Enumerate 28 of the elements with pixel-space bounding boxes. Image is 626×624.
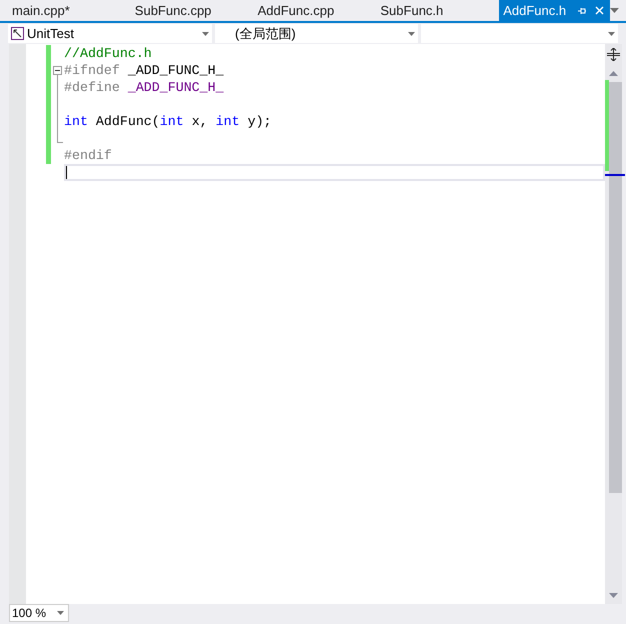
caret-position-marker <box>605 174 625 176</box>
file-tab[interactable]: AddFunc.h <box>499 0 610 21</box>
text-cursor <box>66 166 67 179</box>
collapse-icon[interactable] <box>53 66 62 79</box>
dropdown-caret-icon <box>408 32 415 36</box>
code-line: #define _ADD_FUNC_H_ <box>64 79 224 96</box>
code-line: int AddFunc(int x, int y); <box>64 113 272 130</box>
project-icon <box>11 27 24 40</box>
scroll-down-icon[interactable] <box>609 593 618 598</box>
tab-list-dropdown-icon[interactable] <box>610 8 620 13</box>
dropdown-caret-icon <box>57 611 64 615</box>
code-line: #endif <box>64 147 112 164</box>
dropdown-caret-icon <box>608 32 615 36</box>
scroll-up-icon[interactable] <box>609 71 618 76</box>
file-tab[interactable]: SubFunc.h <box>376 0 500 21</box>
close-icon[interactable] <box>595 6 604 15</box>
scope-dropdown[interactable]: (全局范围) <box>215 24 418 43</box>
dropdown-caret-icon <box>202 32 209 36</box>
code-line: #ifndef _ADD_FUNC_H_ <box>64 62 224 79</box>
file-tab[interactable]: main.cpp* <box>8 0 131 21</box>
file-tab[interactable]: AddFunc.cpp <box>254 0 376 21</box>
pin-icon[interactable] <box>577 6 588 16</box>
zoom-dropdown[interactable]: 100 % <box>9 604 69 622</box>
project-dropdown[interactable]: UnitTest <box>8 24 212 43</box>
file-tab[interactable]: SubFunc.cpp <box>130 0 254 21</box>
split-window-icon[interactable] <box>607 48 620 61</box>
code-line: //AddFunc.h <box>64 45 152 62</box>
scrollbar-thumb[interactable] <box>609 82 622 493</box>
